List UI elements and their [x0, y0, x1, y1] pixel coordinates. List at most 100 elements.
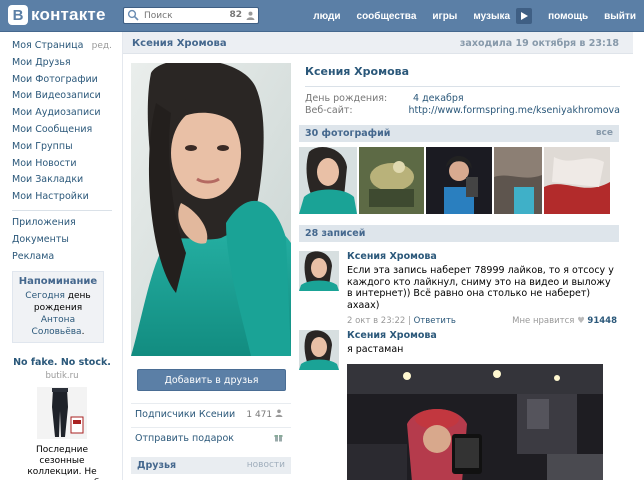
sidebar-item-groups[interactable]: Мои Группы [12, 139, 112, 156]
search-icon [127, 9, 141, 23]
top-nav: люди сообщества игры музыка помощь выйти [297, 0, 636, 32]
post-author[interactable]: Ксения Хромова [347, 330, 617, 341]
info-key: Веб-сайт: [305, 105, 353, 116]
play-icon[interactable] [516, 8, 533, 24]
reply-link[interactable]: Ответить [414, 316, 456, 326]
info-row-website: Веб-сайт: http://www.formspring.me/kseni… [305, 105, 620, 117]
sidebar-item-audio[interactable]: Мои Аудиозаписи [12, 105, 112, 122]
profile-main: Ксения Хромова заходила 19 октября в 23:… [122, 32, 633, 480]
logo-text: контакте [31, 5, 106, 24]
friends-news-link[interactable]: новости [247, 460, 285, 470]
subscribers-count-value: 1 471 [246, 410, 273, 420]
photo-thumb[interactable] [299, 147, 357, 214]
nav-communities[interactable]: сообщества [357, 11, 417, 22]
sidebar-item-friends[interactable]: Мои Друзья [12, 55, 112, 72]
heart-icon: ♥ [577, 316, 585, 326]
profile-name: Ксения Хромова [305, 65, 410, 78]
profile-divider [305, 86, 620, 87]
send-gift-label: Отправить подарок [135, 433, 234, 444]
sidebar-ad[interactable]: No fake. No stock. butik.ru Последние се… [12, 357, 112, 480]
sidebar-item-photos[interactable]: Мои Фотографии [12, 72, 112, 89]
birthday-reminder: Напоминание Сегодня день рождения Антона… [12, 271, 104, 344]
sidebar-item-messages[interactable]: Мои Сообщения [12, 122, 112, 139]
like-label: Мне нравится [512, 316, 575, 326]
page-title: Ксения Хромова [132, 38, 227, 49]
person-icon [246, 11, 255, 20]
sidebar-item-apps[interactable]: Приложения [12, 215, 112, 232]
nav-logout[interactable]: выйти [604, 11, 636, 22]
sidebar-item-my-page[interactable]: Моя Страница ред. [12, 38, 112, 55]
profile-info: Ксения Хромова День рождения: 4 декабря … [305, 65, 620, 117]
subscribers-row[interactable]: Подписчики Ксении 1 471 [131, 403, 291, 425]
friends-title: Друзья [137, 460, 177, 471]
photo-thumb[interactable] [544, 147, 610, 214]
birthday-link[interactable]: 4 декабря [413, 93, 464, 105]
photos-title: 30 фотографий [305, 128, 391, 139]
friends-section-header[interactable]: Друзья новости [131, 457, 291, 474]
person-icon [275, 409, 283, 417]
vk-logo[interactable]: B контакте [8, 4, 106, 26]
post-avatar[interactable] [299, 251, 339, 291]
reminder-title: Напоминание [18, 276, 98, 288]
wall-post: Ксения Хромова я растаман [299, 330, 619, 480]
gift-icon [274, 433, 283, 445]
sidebar-divider [12, 209, 112, 211]
photo-thumb[interactable] [426, 147, 492, 214]
info-row-birthday: День рождения: 4 декабря [305, 93, 620, 105]
like-count: 91448 [587, 316, 617, 326]
page-header: Ксения Хромова заходила 19 октября в 23:… [123, 32, 633, 54]
like-button[interactable]: Мне нравится ♥ 91448 [512, 316, 617, 326]
sidebar-item-documents[interactable]: Документы [12, 232, 112, 249]
send-gift-row[interactable]: Отправить подарок [131, 427, 291, 449]
left-sidebar: Моя Страница ред. Мои Друзья Мои Фотограф… [12, 38, 112, 480]
reminder-end: . [81, 327, 85, 338]
photo-thumb[interactable] [494, 147, 542, 214]
info-key: День рождения: [305, 93, 388, 104]
post-avatar[interactable] [299, 330, 339, 370]
post-date[interactable]: 2 окт в 23:22 [347, 316, 405, 326]
post-text: я растаман [347, 344, 404, 355]
post-body: Ксения Хромова Если эта запись наберет 7… [347, 251, 617, 328]
wall-section-header: 28 записей [299, 225, 619, 242]
search-count: 82 [229, 10, 242, 20]
sidebar-item-label: Моя Страница [12, 40, 84, 51]
ad-title[interactable]: No fake. No stock. [12, 357, 112, 368]
reminder-today-link[interactable]: Сегодня [25, 291, 65, 301]
last-seen-status: заходила 19 октября в 23:18 [459, 38, 619, 49]
nav-music[interactable]: музыка [473, 11, 510, 22]
ad-image[interactable] [37, 387, 87, 440]
post-meta: 2 окт в 23:22 | Ответить Мне нравится ♥ … [347, 316, 617, 326]
nav-help[interactable]: помощь [548, 11, 588, 22]
ad-text: Последние сезонные коллекции. Не экономь… [16, 445, 108, 480]
wall-title: 28 записей [305, 228, 366, 239]
website-link[interactable]: http://www.formspring.me/kseniyakhromova [408, 105, 620, 117]
add-friend-button[interactable]: Добавить в друзья [137, 369, 286, 391]
sidebar-item-settings[interactable]: Мои Настройки [12, 189, 112, 206]
reminder-person-link[interactable]: Антона Соловьёва [32, 315, 82, 337]
post-author[interactable]: Ксения Хромова [347, 251, 617, 262]
photos-strip [299, 147, 619, 214]
nav-games[interactable]: игры [432, 11, 457, 22]
reminder-text: Сегодня день рождения Антона Соловьёва. [17, 290, 99, 338]
post-photo[interactable] [347, 363, 603, 480]
top-header: B контакте 82 люди сообщества игры музык… [0, 0, 644, 32]
logo-letter: B [8, 5, 28, 25]
post-body: Ксения Хромова я растаман [347, 330, 617, 480]
nav-people[interactable]: люди [313, 11, 340, 22]
sidebar-item-news[interactable]: Мои Новости [12, 156, 112, 173]
sidebar-item-ads[interactable]: Реклама [12, 249, 112, 266]
post-text: Если эта запись наберет 78999 лайков, то… [347, 265, 614, 311]
search-input[interactable] [144, 10, 224, 21]
wall-post: Ксения Хромова Если эта запись наберет 7… [299, 251, 619, 326]
photos-section-header[interactable]: 30 фотографий все [299, 125, 619, 142]
photos-all-link[interactable]: все [596, 128, 613, 138]
ad-domain: butik.ru [45, 371, 79, 382]
subscribers-count: 1 471 [246, 409, 283, 420]
photo-thumb[interactable] [359, 147, 424, 214]
sidebar-item-bookmarks[interactable]: Мои Закладки [12, 172, 112, 189]
edit-link[interactable]: ред. [92, 38, 112, 55]
sidebar-item-videos[interactable]: Мои Видеозаписи [12, 88, 112, 105]
subscribers-label: Подписчики Ксении [135, 409, 236, 420]
profile-avatar[interactable] [131, 63, 291, 356]
search-box: 82 [123, 7, 259, 24]
